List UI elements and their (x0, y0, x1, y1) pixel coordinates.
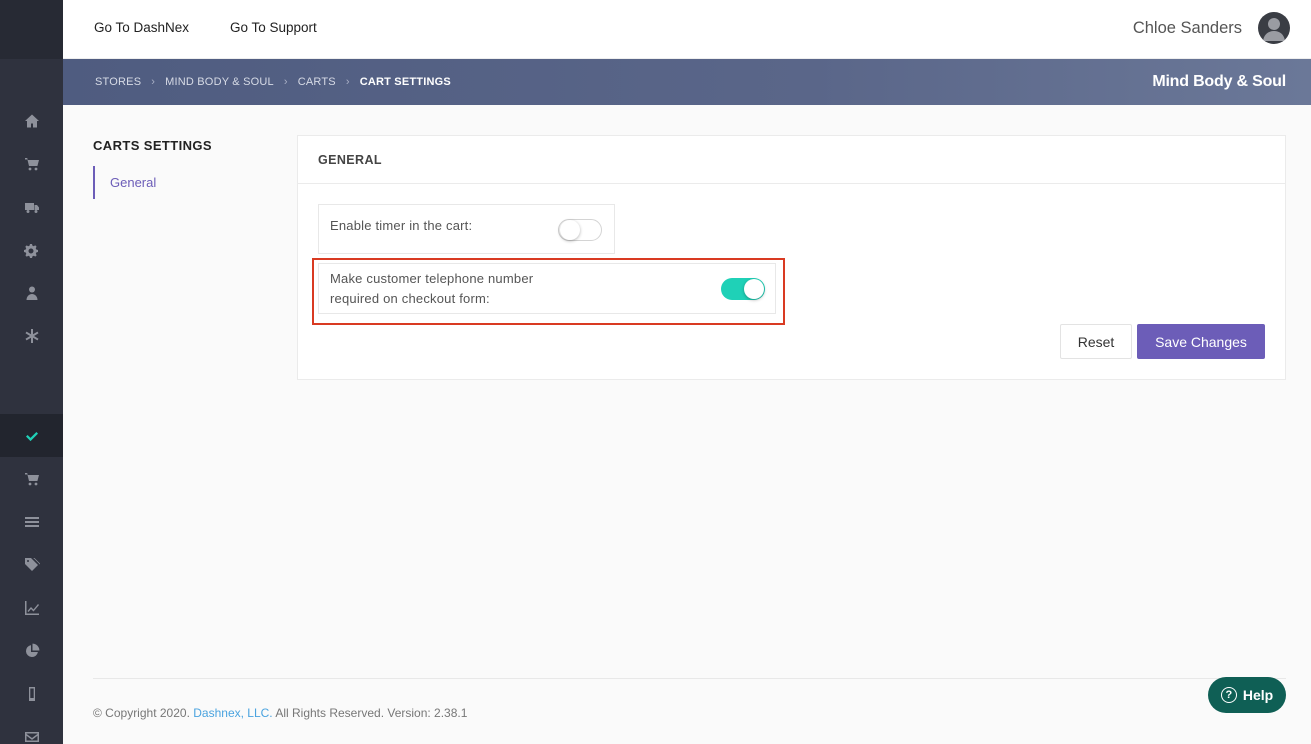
help-label: Help (1242, 687, 1274, 703)
sidebar-item-active-check[interactable] (0, 414, 63, 457)
breadcrumb-separator: › (151, 76, 156, 88)
card-title: GENERAL (298, 136, 1285, 184)
sidebar-item-users[interactable] (0, 273, 63, 313)
mobile-icon (28, 687, 35, 701)
list-icon (24, 517, 39, 527)
store-title: Mind Body & Soul (1152, 73, 1286, 90)
toggle-knob (560, 220, 580, 240)
cart-icon (24, 473, 39, 486)
breadcrumb: STORES › MIND BODY & SOUL › CARTS › CART… (95, 76, 451, 88)
sidebar-item-messages[interactable] (0, 717, 63, 744)
truck-icon (24, 203, 39, 213)
avatar-silhouette-icon (1263, 18, 1285, 41)
sidebar-item-settings[interactable] (0, 230, 63, 270)
footer: © Copyright 2020. Dashnex, LLC. All Righ… (93, 706, 467, 720)
setting-cart-timer-label: Enable timer in the cart: (330, 218, 473, 233)
setting-phone-required-label-line1: Make customer telephone number (330, 271, 534, 286)
breadcrumb-carts[interactable]: CARTS (298, 76, 336, 88)
save-changes-button[interactable]: Save Changes (1137, 324, 1265, 359)
breadcrumb-current: CART SETTINGS (359, 76, 451, 88)
footer-copyright: © Copyright 2020. (93, 706, 190, 720)
tags-icon (24, 558, 40, 571)
help-button[interactable]: ? Help (1208, 677, 1286, 713)
avatar[interactable] (1258, 12, 1290, 44)
envelope-icon (24, 732, 39, 742)
asterisk-icon (25, 329, 38, 343)
setting-phone-required-label-line2: required on checkout form: (330, 291, 490, 306)
breadcrumb-separator: › (283, 76, 288, 88)
breadcrumb-stores[interactable]: STORES (95, 76, 141, 88)
phone-required-toggle[interactable] (721, 278, 765, 300)
top-bar: Go To DashNex Go To Support Chloe Sander… (63, 0, 1311, 59)
breadcrumb-separator: › (345, 76, 350, 88)
check-icon (25, 431, 38, 441)
user-name[interactable]: Chloe Sanders (1133, 19, 1242, 38)
setting-phone-required: Make customer telephone number required … (318, 263, 776, 314)
sidebar-item-tags[interactable] (0, 545, 63, 585)
go-to-support-link[interactable]: Go To Support (230, 20, 317, 35)
home-icon (24, 114, 39, 128)
sidebar-item-misc[interactable] (0, 316, 63, 356)
footer-divider (93, 678, 1286, 679)
toggle-knob (744, 279, 764, 299)
sidebar-item-home[interactable] (0, 101, 63, 141)
footer-rights: All Rights Reserved. Version: 2.38.1 (275, 706, 468, 720)
pie-chart-icon (25, 643, 39, 658)
setting-cart-timer: Enable timer in the cart: (318, 204, 615, 254)
sidebar-item-orders[interactable] (0, 459, 63, 499)
cart-timer-toggle[interactable] (558, 219, 602, 241)
sidebar-item-list[interactable] (0, 502, 63, 542)
question-icon: ? (1220, 687, 1237, 703)
reset-button[interactable]: Reset (1060, 324, 1132, 359)
settings-nav-item-general[interactable]: General (93, 166, 156, 199)
go-to-dashnex-link[interactable]: Go To DashNex (94, 20, 189, 35)
sidebar-item-cart[interactable] (0, 144, 63, 184)
settings-nav-title: CARTS SETTINGS (93, 138, 212, 153)
sidebar-item-mobile[interactable] (0, 674, 63, 714)
breadcrumb-store[interactable]: MIND BODY & SOUL (165, 76, 274, 88)
sidebar (0, 0, 63, 744)
gears-icon (23, 244, 38, 258)
sidebar-item-reports[interactable] (0, 631, 63, 671)
sidebar-item-shipping[interactable] (0, 187, 63, 227)
breadcrumb-bar: STORES › MIND BODY & SOUL › CARTS › CART… (63, 59, 1311, 105)
sidebar-logo-area (0, 0, 63, 59)
footer-company-link[interactable]: Dashnex, LLC. (193, 706, 272, 720)
line-chart-icon (24, 601, 39, 615)
sidebar-item-analytics[interactable] (0, 588, 63, 628)
cart-icon (24, 158, 39, 171)
user-icon (26, 286, 37, 300)
